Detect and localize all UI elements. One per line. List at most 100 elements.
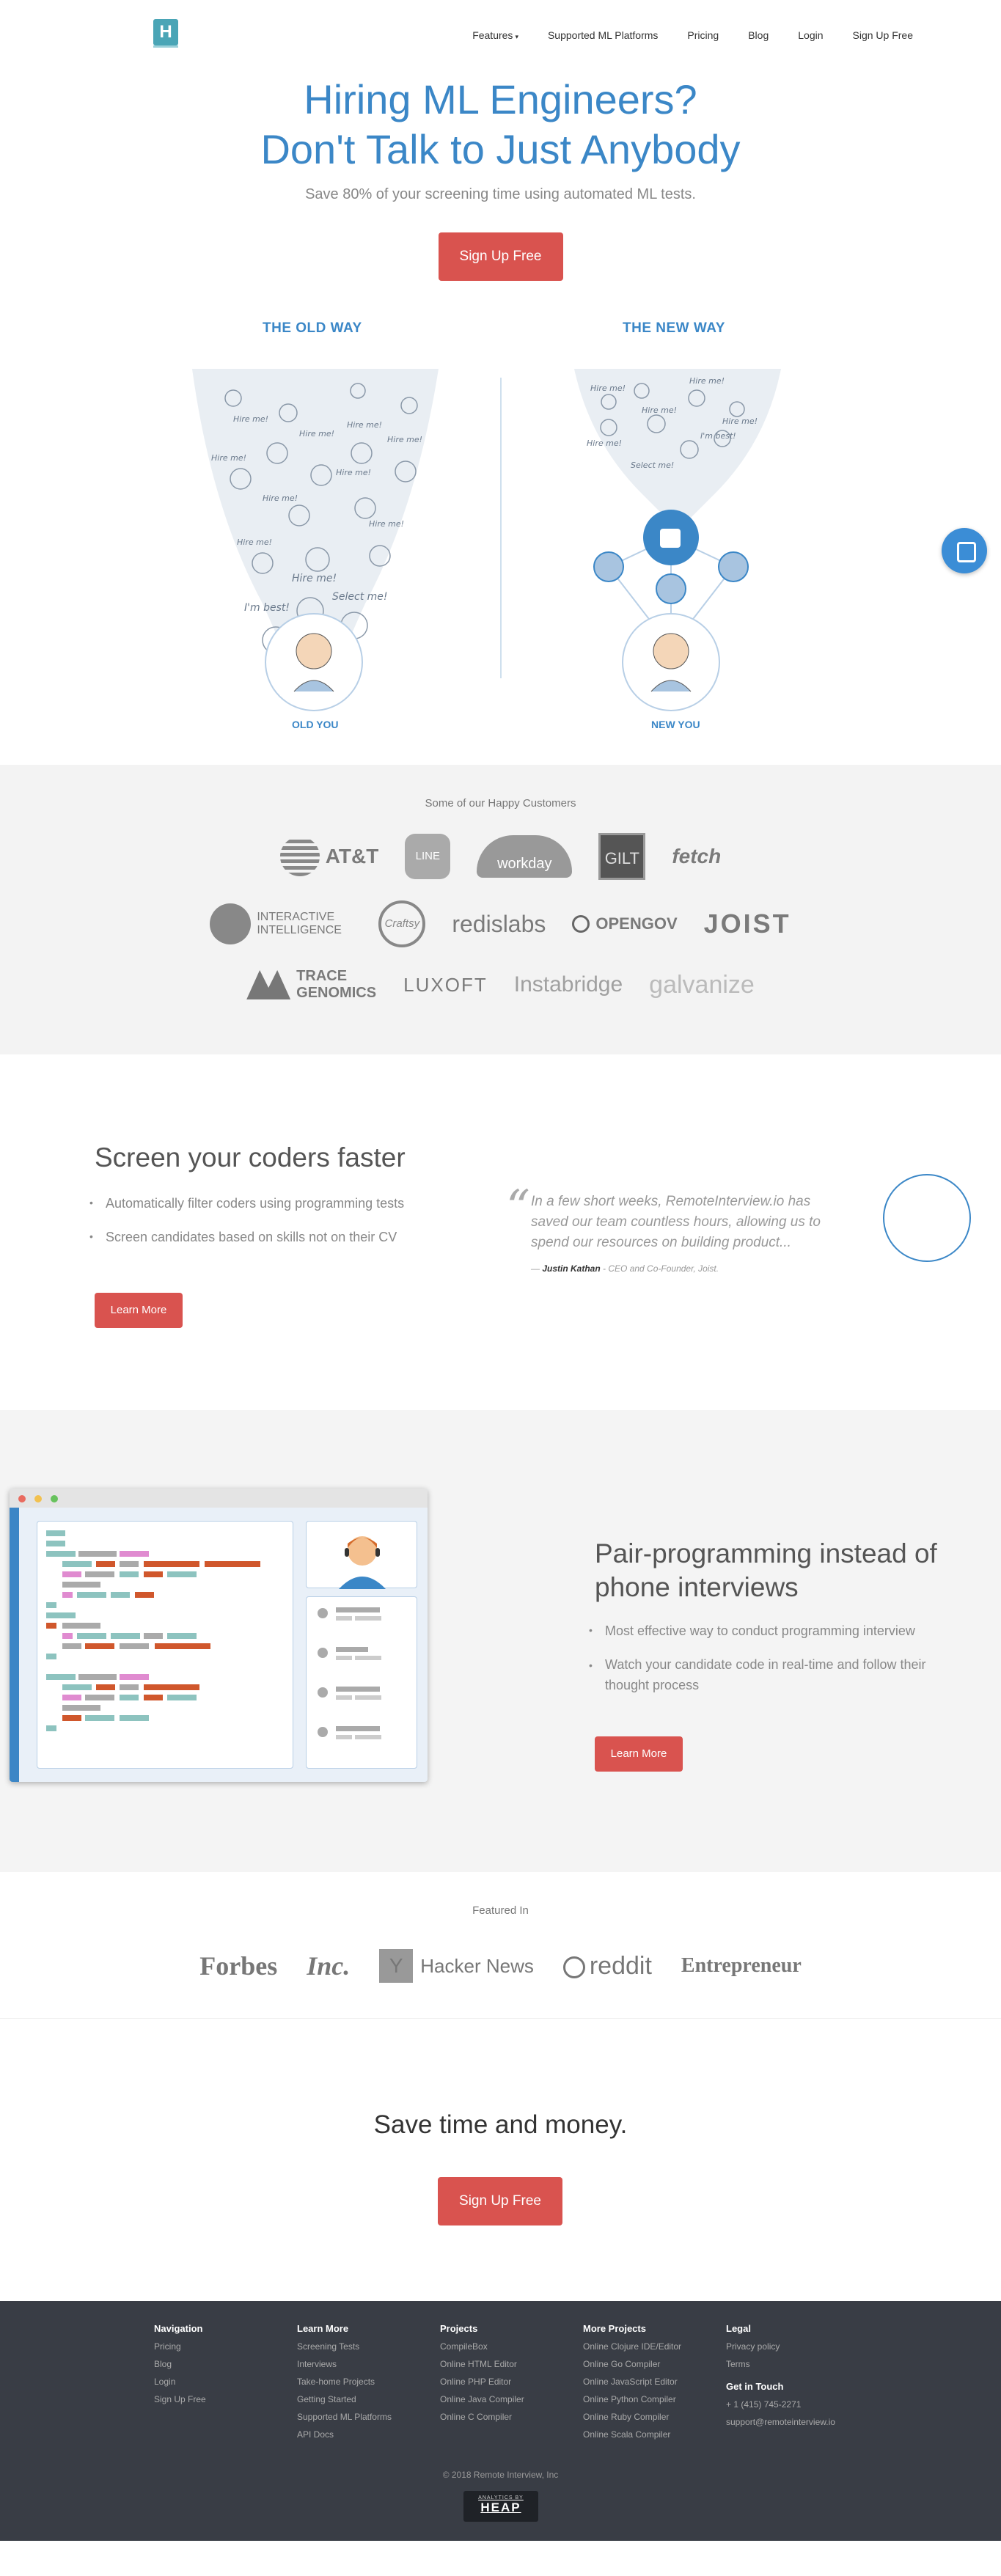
customer-logo-att: AT&T xyxy=(279,837,378,876)
nav-signup[interactable]: Sign Up Free xyxy=(853,29,913,41)
footer-col-title: Navigation xyxy=(154,2323,203,2334)
footer-link-login[interactable]: Login xyxy=(154,2377,206,2387)
top-nav: H Features ▾ Supported ML Platforms Prici… xyxy=(0,0,1001,65)
customer-logo-trace: TRACE GENOMICS xyxy=(246,968,377,1002)
nav-blog[interactable]: Blog xyxy=(748,29,769,41)
ways-divider xyxy=(500,378,502,678)
footer-link-c-compiler[interactable]: Online C Compiler xyxy=(440,2412,524,2422)
quote-mark-icon: “ xyxy=(506,1181,530,1235)
old-way-funnel-illustration: Hire me! Hire me! Hire me! Hire me! Hire… xyxy=(192,369,439,711)
testimonial-quote: In a few short weeks, RemoteInterview.io… xyxy=(531,1194,821,1250)
ii-mark-icon xyxy=(210,903,252,944)
heap-text: HEAP xyxy=(480,2500,521,2514)
pair-programming-section: Pair-programming instead of phone interv… xyxy=(0,1410,1001,1872)
mockup-minimize-dot xyxy=(34,1495,42,1502)
cta-title: Save time and money. xyxy=(373,2110,628,2139)
testimonial-author-name: Justin Kathan xyxy=(542,1263,601,1274)
featured-in-section: Featured In Forbes Inc. Y Hacker News red… xyxy=(0,1872,1001,2019)
press-reddit-text: reddit xyxy=(589,1951,652,1980)
nav-features[interactable]: Features ▾ xyxy=(472,29,518,41)
customer-logos-row-1: AT&T LINE workday GILT fetch xyxy=(0,833,1001,880)
hacker-news-y-icon: Y xyxy=(379,1949,414,1983)
screen-title: Screen your coders faster xyxy=(95,1142,406,1173)
footer-link-take-home[interactable]: Take-home Projects xyxy=(297,2377,392,2387)
footer-col-title: More Projects xyxy=(583,2323,646,2334)
screen-bullets: Automatically filter coders using progra… xyxy=(89,1196,404,1263)
new-bubble-hire-5: Hire me! xyxy=(587,438,622,448)
customer-logo-gilt: GILT xyxy=(598,833,646,880)
footer-link-html-editor[interactable]: Online HTML Editor xyxy=(440,2359,524,2369)
customer-logos-row-2: INTERACTIVE INTELLIGENCE Craftsy redisla… xyxy=(0,900,1001,947)
press-logo-hacker-news: Y Hacker News xyxy=(379,1949,534,1983)
old-bubble-hire-9: Hire me! xyxy=(237,537,272,547)
customer-ii-text: INTERACTIVE INTELLIGENCE xyxy=(257,911,342,936)
footer-link-scala[interactable]: Online Scala Compiler xyxy=(583,2429,681,2440)
new-you-label: NEW YOU xyxy=(651,719,700,730)
pair-learn-more-button[interactable]: Learn More xyxy=(595,1736,683,1772)
new-bubble-hire-3: Hire me! xyxy=(642,406,677,415)
footer-link-blog[interactable]: Blog xyxy=(154,2359,206,2369)
chat-widget-icon[interactable] xyxy=(942,528,987,573)
mockup-video-call xyxy=(306,1521,417,1589)
footer-email[interactable]: support@remoteinterview.io xyxy=(726,2417,835,2427)
customer-logo-instabridge: Instabridge xyxy=(513,972,623,997)
candidate-list-rows xyxy=(318,1607,381,1739)
old-bubble-hire-6: Hire me! xyxy=(387,435,422,444)
footer-link-privacy[interactable]: Privacy policy xyxy=(726,2341,835,2352)
old-bubble-hire-1: Hire me! xyxy=(233,414,268,424)
old-bubble-hire-4: Hire me! xyxy=(211,453,246,463)
heap-analytics-badge[interactable]: ANALYTICS BY HEAP xyxy=(463,2491,538,2522)
footer-link-ruby[interactable]: Online Ruby Compiler xyxy=(583,2412,681,2422)
footer-link-api-docs[interactable]: API Docs xyxy=(297,2429,392,2440)
hero: Hiring ML Engineers? Don't Talk to Just … xyxy=(0,65,1001,281)
nav-supported-platforms[interactable]: Supported ML Platforms xyxy=(548,29,658,41)
footer-link-terms[interactable]: Terms xyxy=(726,2359,835,2369)
customer-fetch-text: fetch xyxy=(672,845,722,867)
customers-heading: Some of our Happy Customers xyxy=(425,797,576,810)
new-way-funnel-illustration: Hire me! Hire me! Hire me! Hire me! I'm … xyxy=(574,369,781,711)
footer-link-php-editor[interactable]: Online PHP Editor xyxy=(440,2377,524,2387)
mockup-close-dot xyxy=(18,1495,26,1502)
customer-logo-line: LINE xyxy=(405,834,451,879)
footer-link-signup[interactable]: Sign Up Free xyxy=(154,2394,206,2404)
footer-link-compilebox[interactable]: CompileBox xyxy=(440,2341,524,2352)
customer-logo-joist: JOIST xyxy=(703,909,791,939)
footer-link-java-compiler[interactable]: Online Java Compiler xyxy=(440,2394,524,2404)
hero-title-line2: Don't Talk to Just Anybody xyxy=(260,126,741,172)
customer-logo-galvanize: galvanize xyxy=(649,970,755,999)
logo[interactable]: H xyxy=(153,19,178,45)
footer-link-python[interactable]: Online Python Compiler xyxy=(583,2394,681,2404)
footer-link-clojure[interactable]: Online Clojure IDE/Editor xyxy=(583,2341,681,2352)
logo-underline xyxy=(153,45,178,48)
att-globe-icon xyxy=(279,837,320,876)
cta-signup-button[interactable]: Sign Up Free xyxy=(438,2177,562,2225)
footer-link-interviews[interactable]: Interviews xyxy=(297,2359,392,2369)
customer-logo-workday: workday xyxy=(477,835,573,878)
footer-col-legal: Legal Privacy policy Terms Get in Touch … xyxy=(726,2323,835,2434)
footer: Navigation Pricing Blog Login Sign Up Fr… xyxy=(0,2301,1001,2541)
footer-link-go[interactable]: Online Go Compiler xyxy=(583,2359,681,2369)
footer-link-pricing[interactable]: Pricing xyxy=(154,2341,206,2352)
testimonial-author-role: - CEO and Co-Founder, Joist. xyxy=(603,1263,719,1274)
testimonial-avatar xyxy=(883,1174,971,1262)
nav-pricing[interactable]: Pricing xyxy=(687,29,719,41)
footer-link-screening-tests[interactable]: Screening Tests xyxy=(297,2341,392,2352)
footer-col-projects: Projects CompileBox Online HTML Editor O… xyxy=(440,2323,524,2429)
featured-heading: Featured In xyxy=(472,1904,529,1917)
customer-logos-row-3: TRACE GENOMICS LUXOFT Instabridge galvan… xyxy=(0,968,1001,1002)
mockup-sidebar xyxy=(10,1508,19,1782)
footer-link-javascript[interactable]: Online JavaScript Editor xyxy=(583,2377,681,2387)
hero-title: Hiring ML Engineers? Don't Talk to Just … xyxy=(0,75,1001,175)
screen-learn-more-button[interactable]: Learn More xyxy=(95,1293,183,1328)
customer-logo-opengov: OPENGOV xyxy=(572,914,678,933)
hero-signup-button[interactable]: Sign Up Free xyxy=(438,232,563,281)
footer-col-navigation: Navigation Pricing Blog Login Sign Up Fr… xyxy=(154,2323,206,2412)
footer-link-supported-platforms[interactable]: Supported ML Platforms xyxy=(297,2412,392,2422)
old-bubble-hire-5: Hire me! xyxy=(263,493,298,503)
footer-link-getting-started[interactable]: Getting Started xyxy=(297,2394,392,2404)
new-bubble-best: I'm best! xyxy=(700,431,736,441)
nav-login[interactable]: Login xyxy=(798,29,823,41)
interviewer-avatar-icon xyxy=(339,1536,386,1589)
pair-bullet-1: Most effective way to conduct programmin… xyxy=(589,1623,970,1639)
footer-phone[interactable]: + 1 (415) 745-2271 xyxy=(726,2399,835,2410)
